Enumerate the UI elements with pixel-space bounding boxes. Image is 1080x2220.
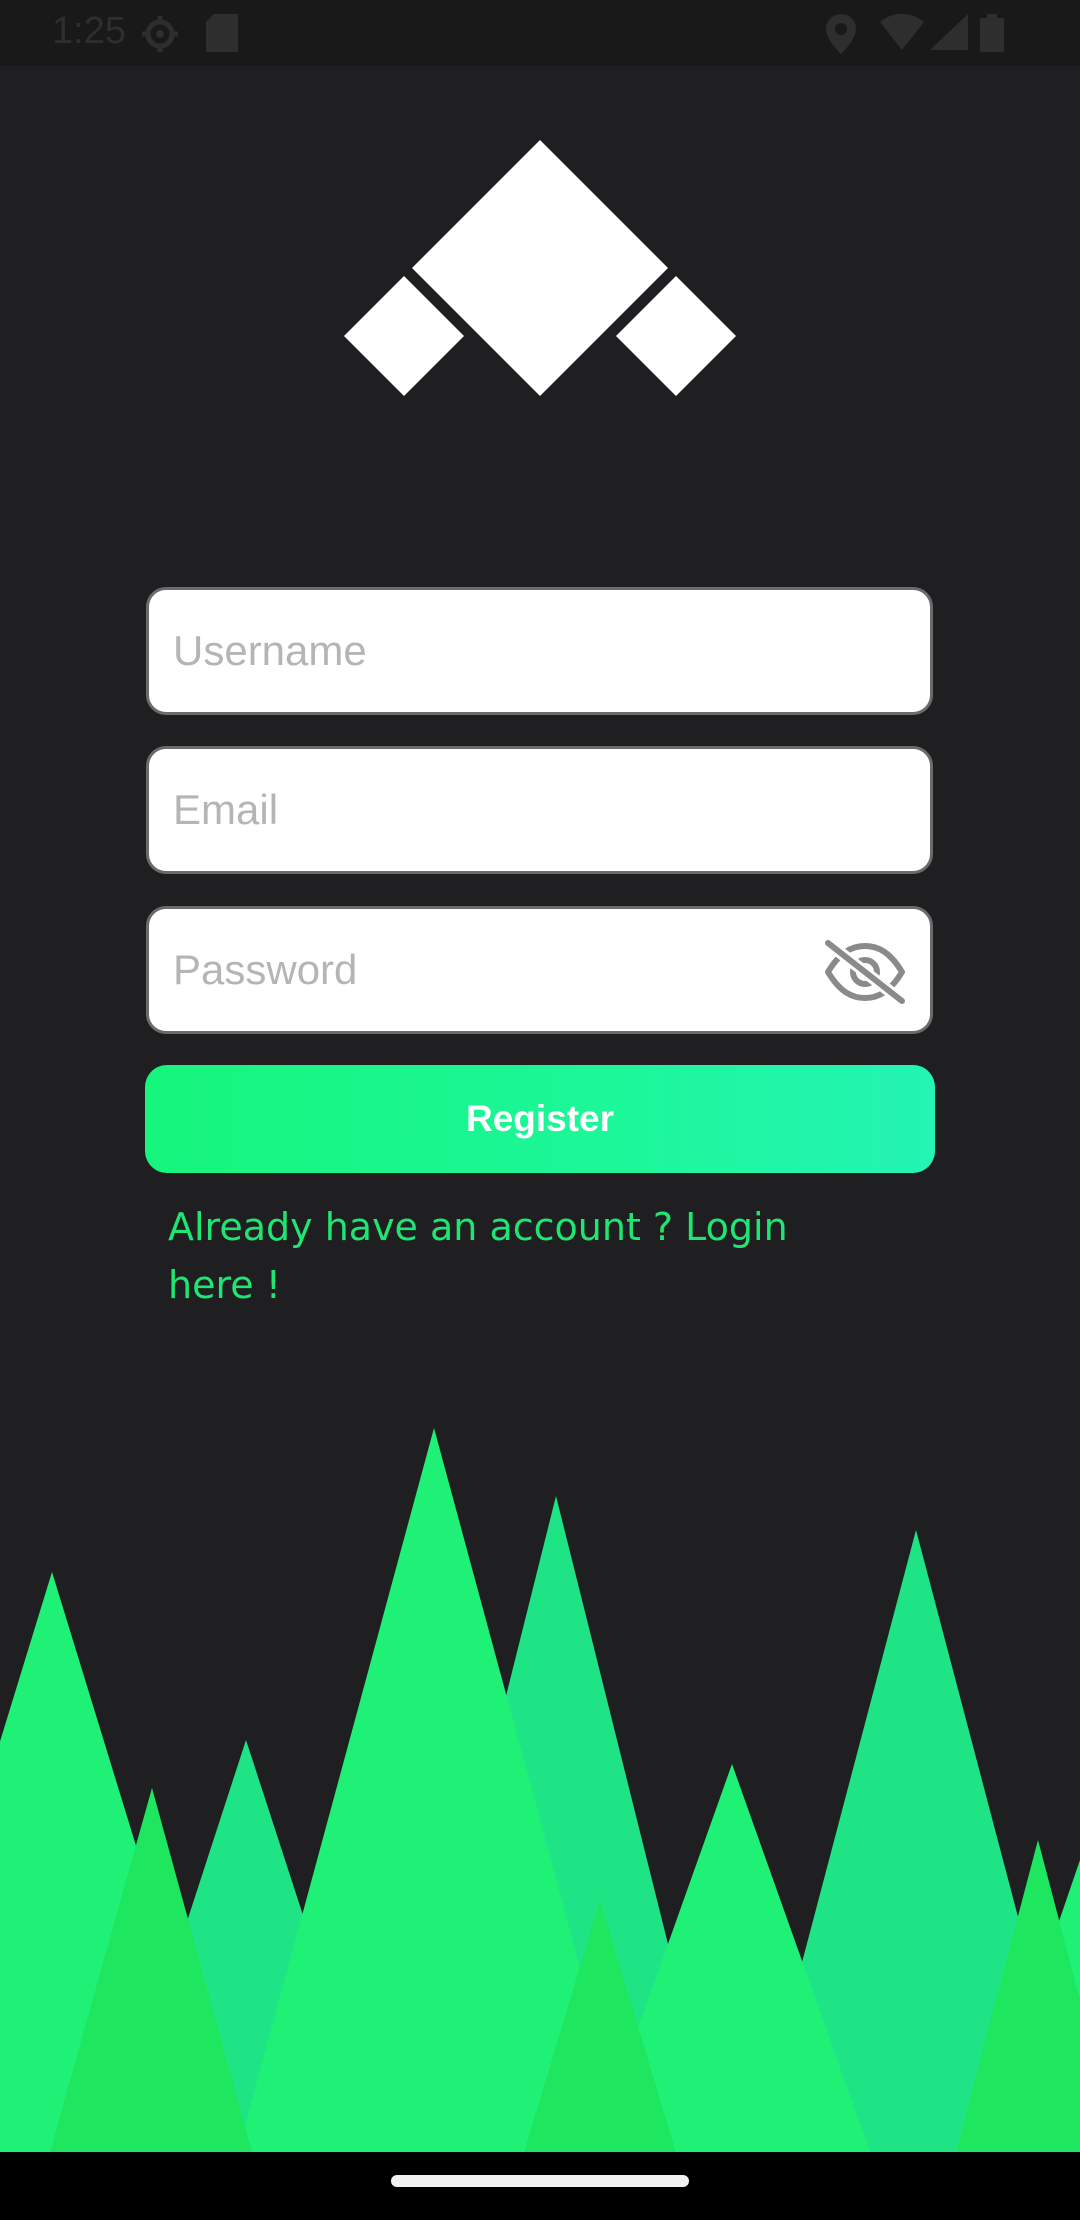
battery-icon (980, 14, 1004, 57)
navigation-bar (0, 2152, 1080, 2220)
diamonds-logo (340, 138, 740, 398)
email-field[interactable] (146, 746, 933, 874)
register-screen: 1:25 Username Email Register Already hav… (0, 0, 1080, 2220)
location-icon (826, 14, 856, 59)
email-input[interactable] (173, 749, 873, 871)
signal-icon (930, 14, 968, 55)
register-button[interactable]: Register (145, 1065, 935, 1173)
username-input[interactable] (173, 590, 873, 712)
status-time: 1:25 (52, 10, 126, 52)
wifi-icon (880, 13, 924, 55)
status-bar: 1:25 (0, 0, 1080, 66)
eye-off-icon[interactable] (822, 938, 908, 1006)
home-gesture-handle[interactable] (391, 2175, 689, 2187)
green-trees-illustration (0, 1400, 1080, 2152)
password-field[interactable] (146, 906, 933, 1034)
settings-icon (140, 14, 180, 59)
sd-card-icon (206, 14, 238, 57)
username-field[interactable] (146, 587, 933, 715)
login-link[interactable]: Already have an account ? Login here ! (168, 1198, 828, 1314)
password-input[interactable] (173, 909, 753, 1031)
